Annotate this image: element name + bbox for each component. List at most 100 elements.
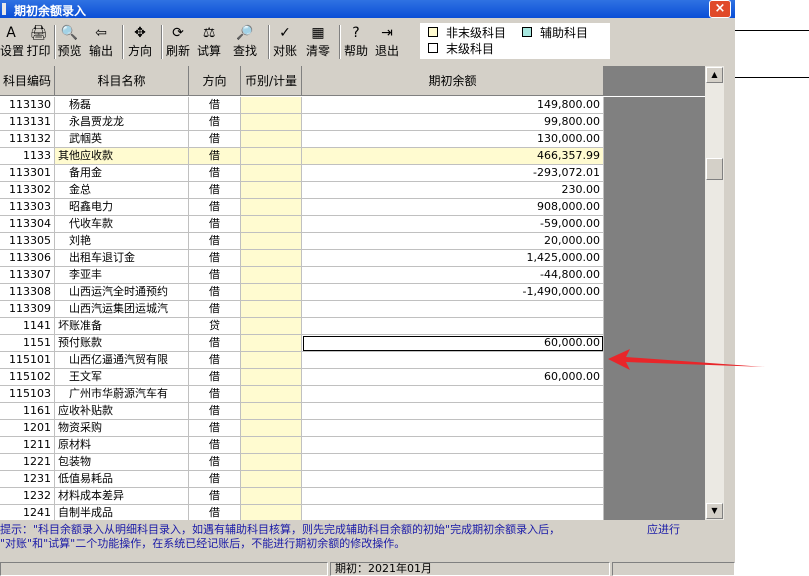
row-amount[interactable] [302,301,604,318]
row-currency[interactable] [241,301,302,318]
toolbar-button-1[interactable]: 🖨 打印 [24,23,53,61]
row-currency[interactable] [241,352,302,369]
row-currency[interactable] [241,233,302,250]
table-row[interactable]: 113307 李亚丰借 -44,800.00 [0,267,705,284]
row-currency[interactable] [241,335,302,352]
status-period: 期初：2021年01月 [330,562,610,576]
row-currency[interactable] [241,505,302,520]
row-currency[interactable] [241,284,302,301]
row-currency[interactable] [241,250,302,267]
row-amount[interactable]: -293,072.01 [302,165,604,182]
row-amount[interactable]: -59,000.00 [302,216,604,233]
table-row[interactable]: 1141 坏账准备贷 [0,318,705,335]
toolbar-icon-10: ? [352,25,360,41]
row-amount[interactable] [302,454,604,471]
scroll-up-button[interactable]: ▲ [706,67,723,83]
row-currency[interactable] [241,216,302,233]
row-currency[interactable] [241,114,302,131]
row-amount[interactable] [302,420,604,437]
row-currency[interactable] [241,369,302,386]
row-amount[interactable]: 20,000.00 [302,233,604,250]
toolbar-button-8[interactable]: ✓ 对账 [270,23,300,61]
row-currency[interactable] [241,318,302,335]
row-currency[interactable] [241,148,302,165]
row-amount[interactable] [302,437,604,454]
table-row[interactable]: 113303 昭鑫电力借 908,000.00 [0,199,705,216]
row-currency[interactable] [241,182,302,199]
table-row[interactable]: 113309 山西汽运集团运城汽借 [0,301,705,318]
table-row[interactable]: 113132 武帼英借 130,000.00 [0,131,705,148]
row-amount[interactable]: 908,000.00 [302,199,604,216]
toolbar-button-10[interactable]: ? 帮助 [341,23,371,61]
table-row[interactable]: 113302 金总借 230.00 [0,182,705,199]
row-amount[interactable]: -44,800.00 [302,267,604,284]
row-amount[interactable] [302,471,604,488]
row-amount[interactable] [302,386,604,403]
toolbar-button-9[interactable]: ▦ 清零 [302,23,334,61]
row-currency[interactable] [241,131,302,148]
row-amount[interactable]: 130,000.00 [302,131,604,148]
table-row[interactable]: 1221 包装物借 [0,454,705,471]
row-amount[interactable]: 466,357.99 [302,148,604,165]
status-bar: 期初：2021年01月 [0,562,735,576]
scroll-down-button[interactable]: ▼ [706,503,723,519]
row-filler [604,505,705,520]
row-amount[interactable]: -1,490,000.00 [302,284,604,301]
toolbar-button-3[interactable]: ⇦ 输出 [86,23,116,61]
table-row[interactable]: 1211 原材料借 [0,437,705,454]
table-row[interactable]: 113308 山西运汽全时通预约借 -1,490,000.00 [0,284,705,301]
row-currency[interactable] [241,403,302,420]
row-currency[interactable] [241,386,302,403]
table-row[interactable]: 113304 代收车款借 -59,000.00 [0,216,705,233]
header-name[interactable]: 科目名称 [55,66,189,96]
table-row[interactable]: 113306 出租车退订金借 1,425,000.00 [0,250,705,267]
table-row[interactable]: 113131 永昌贾龙龙借 99,800.00 [0,114,705,131]
header-direction[interactable]: 方向 [189,66,241,96]
row-amount[interactable] [302,505,604,520]
row-amount[interactable] [302,403,604,420]
row-amount[interactable]: 230.00 [302,182,604,199]
row-amount[interactable]: 60,000.00 [302,369,604,386]
row-amount[interactable]: 60,000.00 [302,335,604,352]
toolbar-button-7[interactable]: 🔎 查找 [228,23,262,61]
table-row[interactable]: 113130 杨磊借 149,800.00 [0,97,705,114]
table-row[interactable]: 1133 其他应收款借 466,357.99 [0,148,705,165]
header-currency[interactable]: 币别/计量 [241,66,302,96]
close-button[interactable]: × [709,0,731,18]
toolbar-button-5[interactable]: ⟳ 刷新 [163,23,193,61]
balance-grid[interactable]: 科目编码 科目名称 方向 币别/计量 期初余额 113130 杨磊借 149,800… [0,66,705,520]
table-row[interactable]: 1161 应收补贴款借 [0,403,705,420]
table-row[interactable]: 1232 材料成本差异借 [0,488,705,505]
table-row[interactable]: 113305 刘艳借 20,000.00 [0,233,705,250]
row-amount[interactable]: 99,800.00 [302,114,604,131]
table-row[interactable]: 1231 低值易耗品借 [0,471,705,488]
toolbar-button-2[interactable]: 🔍 预览 [55,23,84,61]
toolbar-button-4[interactable]: ✥ 方向 [124,23,156,61]
table-row[interactable]: 1241 自制半成品借 [0,505,705,520]
row-currency[interactable] [241,454,302,471]
row-amount[interactable] [302,488,604,505]
title-bar[interactable]: 期初余额录入 × [0,0,735,18]
row-amount[interactable] [302,318,604,335]
header-amount[interactable]: 期初余额 [302,66,604,96]
table-row[interactable]: 113301 备用金借 -293,072.01 [0,165,705,182]
toolbar-button-6[interactable]: ⚖ 试算 [193,23,225,61]
row-currency[interactable] [241,267,302,284]
table-row[interactable]: 1201 物资采购借 [0,420,705,437]
row-amount[interactable]: 1,425,000.00 [302,250,604,267]
row-currency[interactable] [241,420,302,437]
toolbar-button-0[interactable]: A 设置 [0,23,24,61]
vertical-scrollbar[interactable]: ▲ ▼ [705,66,724,520]
row-currency[interactable] [241,471,302,488]
toolbar-button-11[interactable]: ⇥ 退出 [372,23,402,61]
row-amount[interactable]: 149,800.00 [302,97,604,114]
header-code[interactable]: 科目编码 [0,66,55,96]
row-currency[interactable] [241,199,302,216]
row-amount[interactable] [302,352,604,369]
row-currency[interactable] [241,437,302,454]
row-currency[interactable] [241,165,302,182]
table-row[interactable]: 115103 广州市华蔚源汽车有借 [0,386,705,403]
row-currency[interactable] [241,488,302,505]
scroll-thumb[interactable] [706,158,723,180]
row-currency[interactable] [241,97,302,114]
